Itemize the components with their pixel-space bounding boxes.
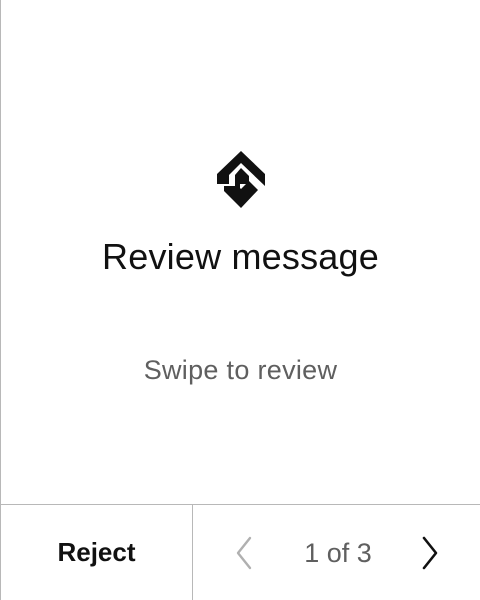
action-bar: Reject 1 of 3	[1, 504, 480, 600]
chevron-right-icon	[422, 536, 438, 570]
message-pager: 1 of 3	[193, 505, 480, 600]
review-message-screen: Review message Swipe to review Reject 1 …	[0, 0, 480, 600]
app-logo-icon	[216, 150, 266, 210]
reject-button[interactable]: Reject	[1, 505, 193, 600]
page-indicator: 1 of 3	[304, 538, 372, 568]
next-message-button[interactable]	[412, 535, 448, 571]
previous-message-button[interactable]	[226, 535, 262, 571]
chevron-left-icon	[236, 536, 252, 570]
swipe-hint: Swipe to review	[143, 355, 338, 385]
review-content: Review message Swipe to review	[1, 0, 480, 504]
page-title: Review message	[102, 236, 379, 277]
